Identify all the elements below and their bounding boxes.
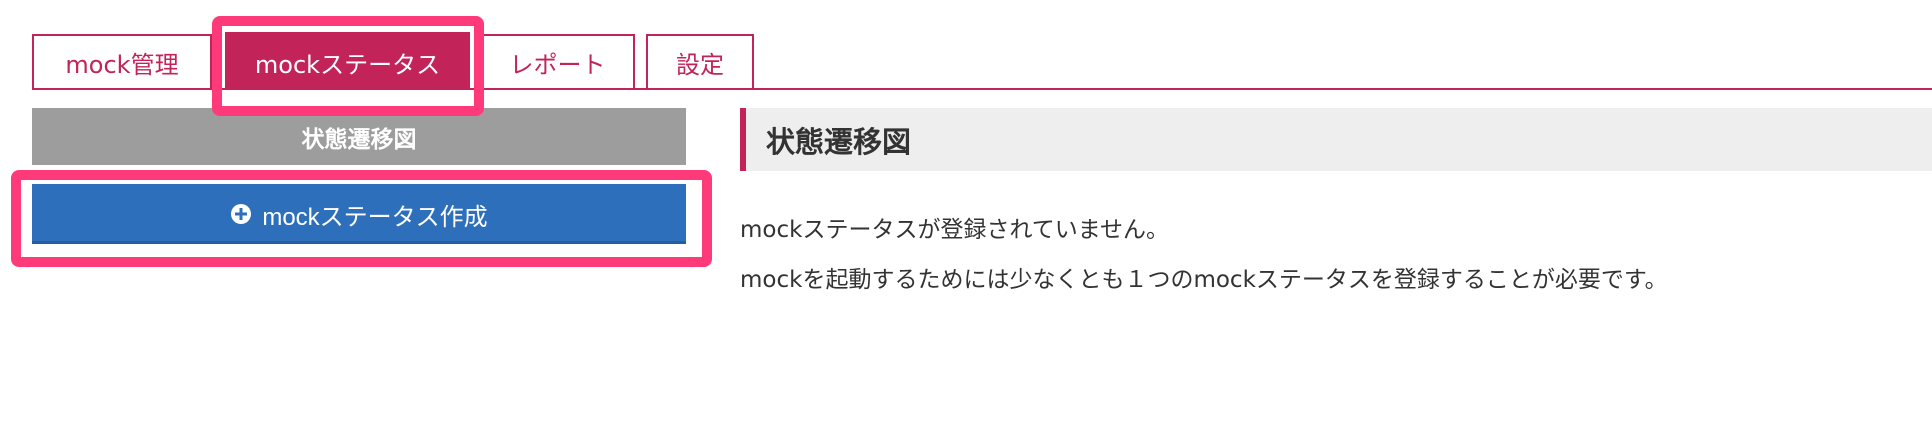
tab-mock-management[interactable]: mock管理 xyxy=(32,34,212,88)
requirement-message: mockを起動するためには少なくとも１つのmockステータスを登録することが必要… xyxy=(740,267,1668,293)
page: mock管理 mockステータス レポート 設定 状態遷移図 mockステータス… xyxy=(0,0,1932,444)
tab-settings[interactable]: 設定 xyxy=(646,34,754,88)
plus-circle-icon xyxy=(230,203,252,225)
page-title: 状態遷移図 xyxy=(740,108,1932,171)
create-mock-status-label: mockステータス作成 xyxy=(262,203,488,231)
sidebar-header: 状態遷移図 xyxy=(32,108,686,165)
empty-status-message: mockステータスが登録されていません。 xyxy=(740,217,1170,243)
create-mock-status-button[interactable]: mockステータス作成 xyxy=(32,184,686,244)
tab-report[interactable]: レポート xyxy=(480,34,635,88)
tab-mock-status[interactable]: mockステータス xyxy=(225,32,470,90)
